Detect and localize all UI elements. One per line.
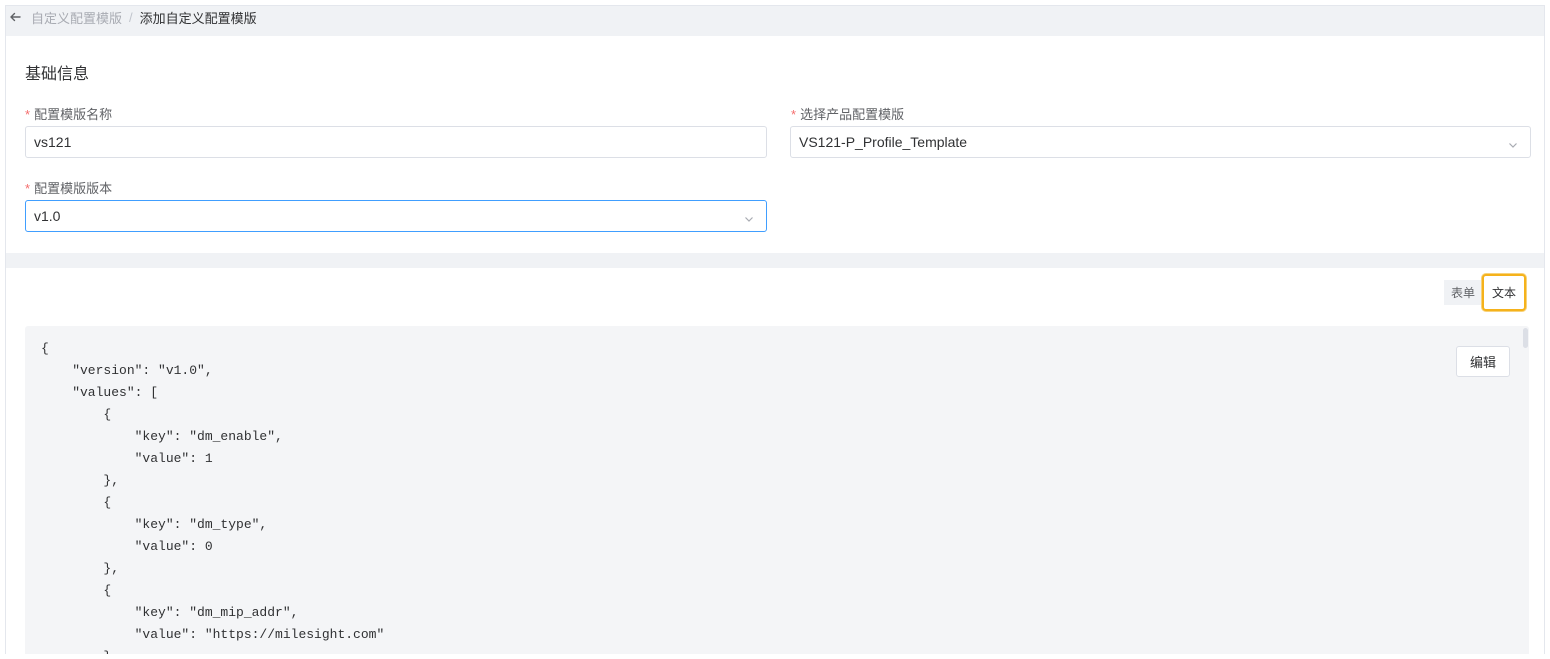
template-version-label-text: 配置模版版本 <box>34 181 113 196</box>
required-mark: * <box>791 107 797 122</box>
code-line: "value": 1 <box>41 451 213 466</box>
chevron-down-icon <box>744 211 754 222</box>
chevron-down-icon <box>1508 137 1518 148</box>
breadcrumb: 自定义配置模版 / 添加自定义配置模版 <box>6 6 1544 36</box>
config-content-card: 表单 文本 { "version": "v1.0", "values": [ {… <box>6 268 1544 654</box>
code-line: { <box>41 407 112 422</box>
template-version-select[interactable]: v1.0 <box>25 200 767 232</box>
code-line: "value": "https://milesight.com" <box>41 627 385 642</box>
product-template-label-text: 选择产品配置模版 <box>800 107 905 122</box>
product-template-select[interactable]: VS121-P_Profile_Template <box>790 126 1531 158</box>
required-mark: * <box>25 181 31 196</box>
code-line: "key": "dm_enable", <box>41 429 283 444</box>
code-line: "key": "dm_type", <box>41 517 268 532</box>
page-frame: 自定义配置模版 / 添加自定义配置模版 基础信息 * 配置模版名称 vs121 *… <box>5 5 1545 654</box>
breadcrumb-parent-link[interactable]: 自定义配置模版 <box>31 8 122 27</box>
code-line: }, <box>41 646 384 654</box>
breadcrumb-separator: / <box>129 9 133 25</box>
template-name-value: vs121 <box>34 134 72 150</box>
template-version-value: v1.0 <box>34 208 61 224</box>
tab-form-view[interactable]: 表单 <box>1443 280 1482 305</box>
json-code-editor[interactable]: { "version": "v1.0", "values": [ { "key"… <box>25 326 1529 654</box>
json-code-content: { "version": "v1.0", "values": [ { "key"… <box>41 338 384 654</box>
code-line: { <box>41 341 49 356</box>
code-line: { <box>41 583 112 598</box>
scrollbar-thumb[interactable] <box>1523 328 1528 348</box>
arrow-left-icon[interactable] <box>8 10 22 24</box>
template-name-label-text: 配置模版名称 <box>34 107 113 122</box>
code-line: "value": 0 <box>41 539 213 554</box>
edit-button[interactable]: 编辑 <box>1455 346 1510 377</box>
template-name-label: * 配置模版名称 <box>25 104 112 123</box>
template-version-label: * 配置模版版本 <box>25 178 112 197</box>
code-line: "values": [ <box>41 385 159 400</box>
product-template-label: * 选择产品配置模版 <box>791 104 904 123</box>
tab-text-view[interactable]: 文本 <box>1481 274 1526 311</box>
section-title: 基础信息 <box>25 66 90 83</box>
code-line: "version": "v1.0", <box>41 363 213 378</box>
code-line: { <box>41 495 112 510</box>
code-line: "key": "dm_mip_addr", <box>41 605 299 620</box>
product-template-value: VS121-P_Profile_Template <box>799 134 968 150</box>
basic-info-card: 基础信息 * 配置模版名称 vs121 * 选择产品配置模版 VS121-P_Pro… <box>6 36 1544 253</box>
template-name-input[interactable]: vs121 <box>25 126 767 158</box>
code-line: }, <box>41 561 120 576</box>
breadcrumb-current: 添加自定义配置模版 <box>139 10 257 26</box>
required-mark: * <box>25 107 31 122</box>
view-toggle: 表单 文本 <box>1443 274 1526 311</box>
code-line: }, <box>41 473 120 488</box>
